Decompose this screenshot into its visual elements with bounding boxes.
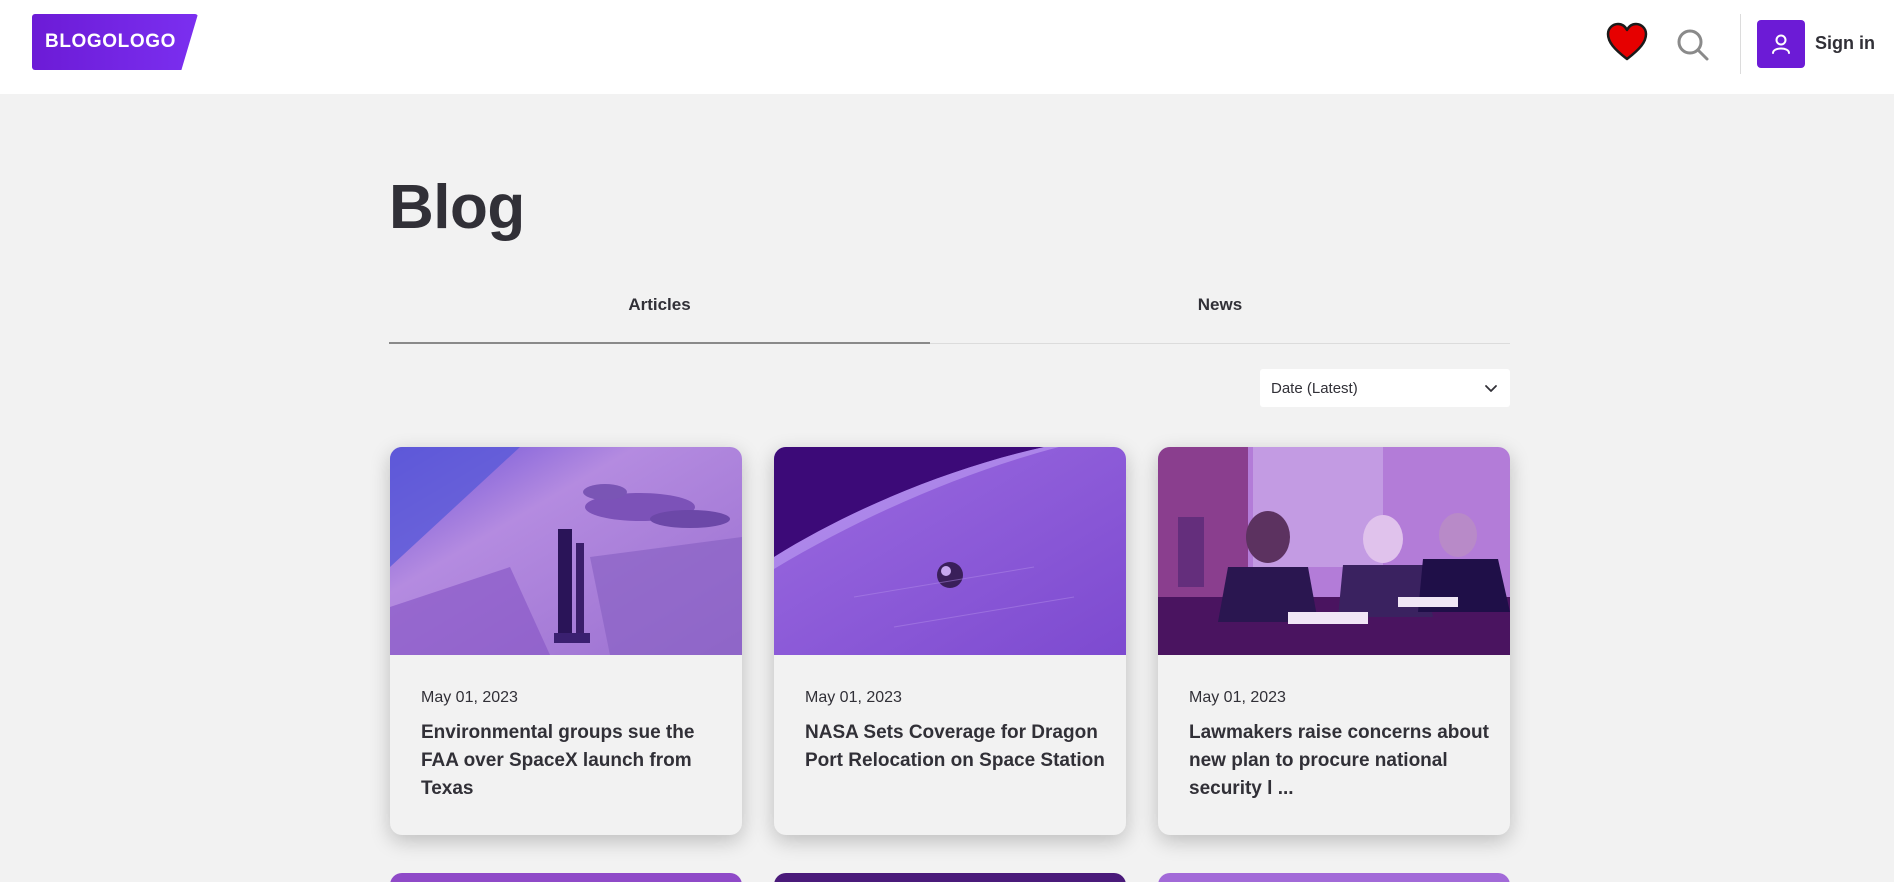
sort-select[interactable]: Date (Latest)	[1260, 369, 1510, 407]
logo-text: BLOGOLOGO	[45, 31, 177, 52]
article-title[interactable]: Lawmakers raise concerns about new plan …	[1189, 719, 1489, 803]
site-header: BLOGOLOGO Sign in	[0, 0, 1894, 94]
tab-news-label: News	[1197, 295, 1243, 314]
article-date: May 01, 2023	[421, 689, 518, 706]
sign-in-link[interactable]: Sign in	[1815, 33, 1875, 54]
site-logo[interactable]: BLOGOLOGO	[32, 14, 198, 70]
search-icon[interactable]	[1676, 28, 1710, 62]
heart-icon[interactable]	[1606, 22, 1648, 62]
user-icon	[1772, 34, 1790, 54]
user-button[interactable]	[1757, 20, 1805, 68]
tab-bar: Articles News	[389, 285, 1510, 344]
chevron-down-icon	[1485, 385, 1497, 392]
article-date: May 01, 2023	[805, 689, 902, 706]
article-card[interactable]: May 01, 2023 Environmental groups sue th…	[390, 447, 742, 835]
article-image	[390, 447, 742, 655]
tab-news[interactable]: News	[930, 285, 1510, 344]
article-card[interactable]: May 01, 2023 Lawmakers raise concerns ab…	[1158, 447, 1510, 835]
article-title[interactable]: Environmental groups sue the FAA over Sp…	[421, 719, 721, 803]
page-title: Blog	[389, 173, 525, 242]
sort-selected-value: Date (Latest)	[1271, 379, 1358, 397]
header-divider	[1740, 14, 1741, 74]
tab-articles-label: Articles	[628, 295, 691, 314]
article-image	[774, 447, 1126, 655]
article-card-peek[interactable]	[390, 873, 742, 882]
article-card-peek[interactable]	[1158, 873, 1510, 882]
article-date: May 01, 2023	[1189, 689, 1286, 706]
tab-articles[interactable]: Articles	[389, 285, 930, 344]
article-image	[1158, 447, 1510, 655]
article-card-peek[interactable]	[774, 873, 1126, 882]
article-title[interactable]: NASA Sets Coverage for Dragon Port Reloc…	[805, 719, 1105, 775]
article-card[interactable]: May 01, 2023 NASA Sets Coverage for Drag…	[774, 447, 1126, 835]
